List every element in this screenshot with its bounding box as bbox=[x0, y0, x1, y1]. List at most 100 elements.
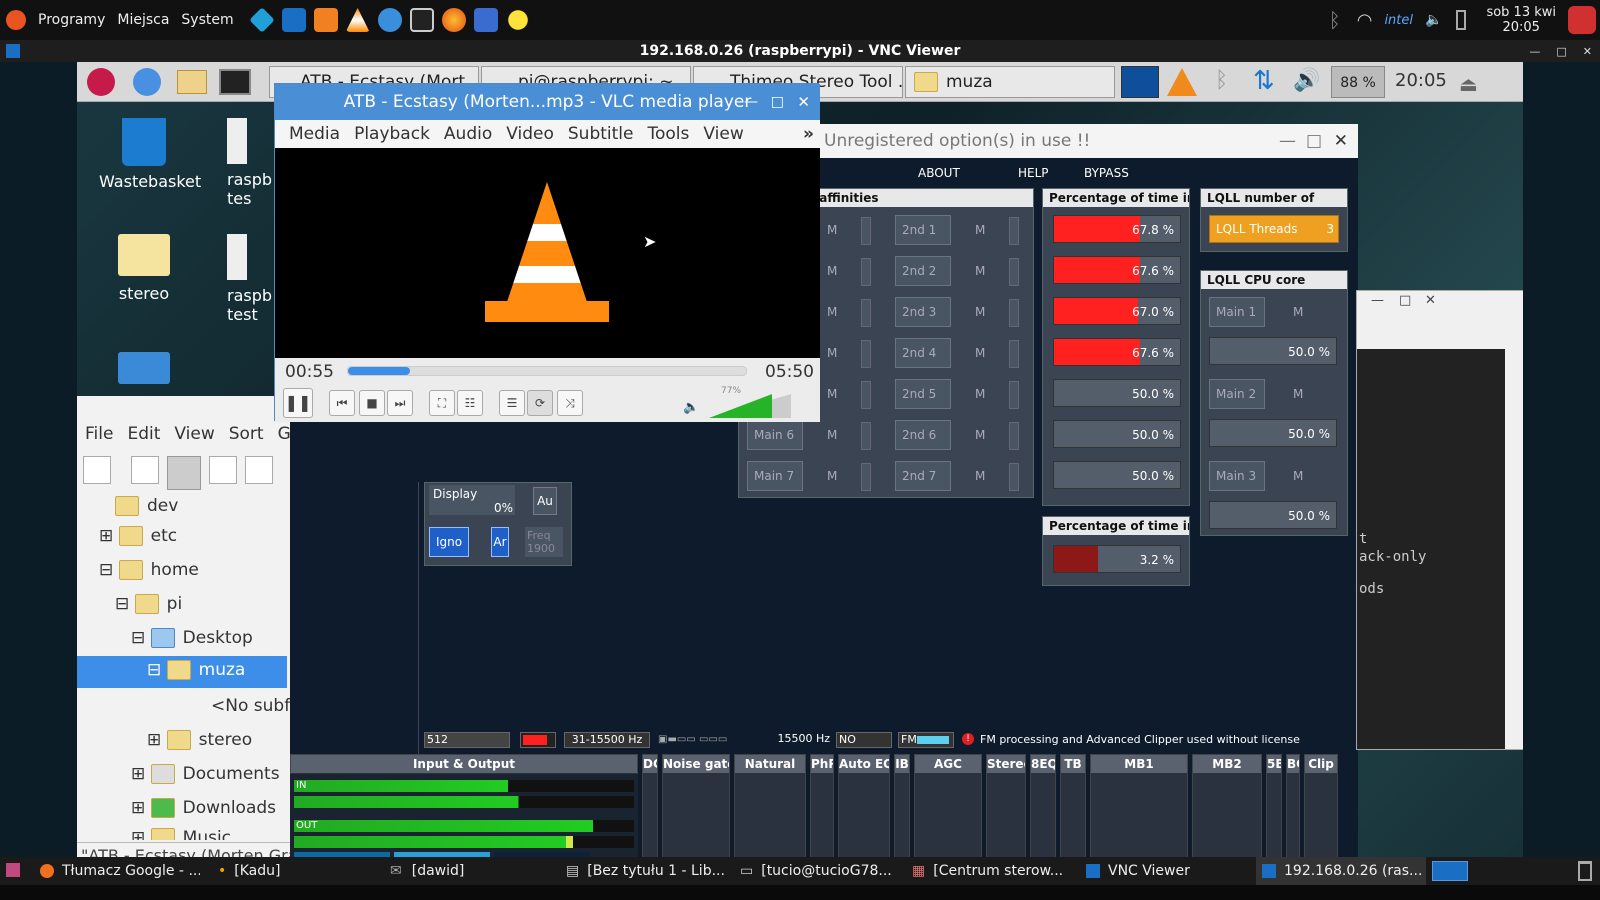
st-menu-help[interactable]: HELP bbox=[1018, 158, 1049, 188]
section-header[interactable]: Clip bbox=[1305, 755, 1337, 773]
vnc-tray-icon[interactable] bbox=[1121, 66, 1159, 98]
thumbnail-view-icon[interactable] bbox=[167, 456, 201, 490]
second-slider[interactable] bbox=[1009, 340, 1019, 368]
second-slider[interactable] bbox=[1009, 258, 1019, 286]
tree-item-dev[interactable]: dev bbox=[115, 496, 178, 516]
main-slider[interactable] bbox=[861, 340, 871, 368]
section-header[interactable]: TB bbox=[1061, 755, 1085, 773]
bluetooth-tray-icon[interactable]: ᛒ bbox=[1215, 68, 1228, 93]
loop-button[interactable]: ⟳ bbox=[527, 390, 553, 416]
vnc-icon[interactable] bbox=[281, 8, 306, 32]
menu-programy[interactable]: Programy bbox=[38, 12, 105, 28]
second-core-button[interactable]: 2nd 5 bbox=[895, 379, 951, 409]
main-slider[interactable] bbox=[861, 217, 871, 245]
second-slider[interactable] bbox=[1009, 299, 1019, 327]
section-header[interactable]: 8EQ bbox=[1031, 755, 1055, 773]
volume-slider[interactable]: 77% bbox=[709, 386, 791, 418]
archive-icon[interactable] bbox=[313, 8, 338, 32]
taskbar-item-dawid[interactable]: ✉ [dawid] bbox=[390, 857, 550, 885]
fm-menu-sort[interactable]: Sort bbox=[229, 424, 264, 444]
tree-item-documents[interactable]: ⊞ Documents bbox=[131, 764, 280, 784]
au-button[interactable]: Au bbox=[533, 487, 557, 515]
tree-item-home[interactable]: ⊟ home bbox=[99, 560, 199, 580]
menu-system[interactable]: System bbox=[181, 12, 233, 28]
task-muza[interactable]: muza bbox=[905, 66, 1115, 98]
fullscreen-button[interactable]: ⛶ bbox=[429, 390, 455, 416]
section-header[interactable]: Input & Output bbox=[291, 755, 637, 773]
ubuntu-logo-icon[interactable] bbox=[6, 10, 26, 30]
mail-icon[interactable] bbox=[377, 8, 402, 32]
main-core-button[interactable]: Main 7 bbox=[747, 461, 803, 491]
lqll-main1-button[interactable]: Main 1 bbox=[1209, 297, 1265, 327]
bg-close-icon[interactable]: ✕ bbox=[1425, 293, 1436, 308]
fm-menu-view[interactable]: View bbox=[174, 424, 214, 444]
tree-item-stereo[interactable]: ⊞ stereo bbox=[147, 730, 252, 750]
main-slider[interactable] bbox=[861, 422, 871, 450]
vlc-menu-audio[interactable]: Audio bbox=[444, 120, 492, 148]
desktop-icon-stereo[interactable]: stereo bbox=[99, 234, 189, 303]
vlc-menu-media[interactable]: Media bbox=[289, 120, 340, 148]
stereo-tool-titlebar[interactable]: Unregistered option(s) in use !! — □ ✕ bbox=[818, 124, 1358, 158]
vlc-menu-more[interactable]: » bbox=[803, 120, 814, 148]
file-manager-icon[interactable] bbox=[177, 70, 207, 94]
bg-minimize-icon[interactable]: — bbox=[1371, 293, 1384, 308]
network-tray-icon[interactable]: ⇅ bbox=[1253, 66, 1275, 96]
vlc-video-area[interactable]: ➤ bbox=[275, 148, 820, 358]
section-header[interactable]: MB1 bbox=[1091, 755, 1187, 773]
taskbar-item-terminal[interactable]: ▭ [tucio@tucioG78... bbox=[740, 857, 900, 885]
vnc-maximize-icon[interactable]: □ bbox=[1556, 45, 1566, 58]
vlc-menu-video[interactable]: Video bbox=[506, 120, 554, 148]
extended-settings-button[interactable]: ☷ bbox=[457, 390, 483, 416]
wifi-icon[interactable]: ◠ bbox=[1357, 10, 1373, 31]
section-header[interactable]: AGC bbox=[915, 755, 981, 773]
icon-view-icon[interactable] bbox=[131, 456, 159, 484]
vlc-maximize-icon[interactable]: □ bbox=[771, 84, 784, 120]
second-core-button[interactable]: 2nd 3 bbox=[895, 297, 951, 327]
remote-clock[interactable]: 20:05 bbox=[1395, 70, 1447, 91]
st-maximize-icon[interactable]: □ bbox=[1306, 124, 1322, 158]
section-header[interactable]: PhR bbox=[811, 755, 833, 773]
vlc-minimize-icon[interactable]: — bbox=[744, 84, 758, 120]
vlc-menu-tools[interactable]: Tools bbox=[647, 120, 689, 148]
pause-button[interactable]: ❚❚ bbox=[283, 388, 313, 418]
section-header[interactable]: Stereo bbox=[987, 755, 1025, 773]
bg-maximize-icon[interactable]: □ bbox=[1399, 293, 1411, 308]
weather-sun-icon[interactable] bbox=[505, 8, 530, 32]
section-header[interactable]: IB bbox=[895, 755, 909, 773]
main-slider[interactable] bbox=[861, 463, 871, 491]
tree-item-etc[interactable]: ⊞ etc bbox=[99, 526, 177, 546]
volume-icon[interactable]: 🔈 bbox=[683, 400, 699, 415]
lqll-threads-control[interactable]: LQLL Threads 3 bbox=[1209, 215, 1339, 243]
raspberry-menu-icon[interactable] bbox=[87, 68, 115, 96]
intel-icon[interactable]: intel bbox=[1384, 13, 1413, 28]
tree-item-pi[interactable]: ⊟ pi bbox=[115, 594, 182, 614]
vlc-menu-view[interactable]: View bbox=[703, 120, 743, 148]
compact-view-icon[interactable] bbox=[209, 456, 237, 484]
fm-menu-go[interactable]: G bbox=[278, 424, 291, 444]
volume-tray-icon[interactable]: 🔊 bbox=[1293, 68, 1320, 93]
vlc-tray-icon[interactable] bbox=[1167, 68, 1197, 96]
main-core-button[interactable]: Main 6 bbox=[747, 420, 803, 450]
main-slider[interactable] bbox=[861, 299, 871, 327]
seek-bar[interactable] bbox=[347, 366, 747, 376]
network-icon[interactable] bbox=[473, 8, 498, 32]
second-core-button[interactable]: 2nd 1 bbox=[895, 215, 951, 245]
second-core-button[interactable]: 2nd 7 bbox=[895, 461, 951, 491]
section-header[interactable]: DC bbox=[643, 755, 657, 773]
cpu-monitor[interactable]: 88 % bbox=[1331, 66, 1385, 98]
volume-icon[interactable]: 🔈 bbox=[1425, 12, 1442, 28]
vlc-menu-subtitle[interactable]: Subtitle bbox=[568, 120, 634, 148]
second-slider[interactable] bbox=[1009, 422, 1019, 450]
kodi-icon[interactable] bbox=[248, 7, 275, 33]
tree-item-muza[interactable]: ⊟ muza bbox=[77, 656, 287, 688]
battery-icon[interactable] bbox=[1456, 10, 1467, 30]
second-slider[interactable] bbox=[1009, 463, 1019, 491]
menu-miejsca[interactable]: Miejsca bbox=[117, 12, 169, 28]
fm-menu-file[interactable]: File bbox=[85, 424, 113, 444]
stop-button[interactable]: ■ bbox=[359, 390, 385, 416]
freq-control[interactable]: Freq 1900 bbox=[525, 527, 563, 557]
tree-item-downloads[interactable]: ⊞ Downloads bbox=[131, 798, 276, 818]
second-core-button[interactable]: 2nd 4 bbox=[895, 338, 951, 368]
vlc-icon[interactable] bbox=[345, 8, 370, 32]
eject-icon[interactable]: ⏏ bbox=[1459, 72, 1478, 96]
